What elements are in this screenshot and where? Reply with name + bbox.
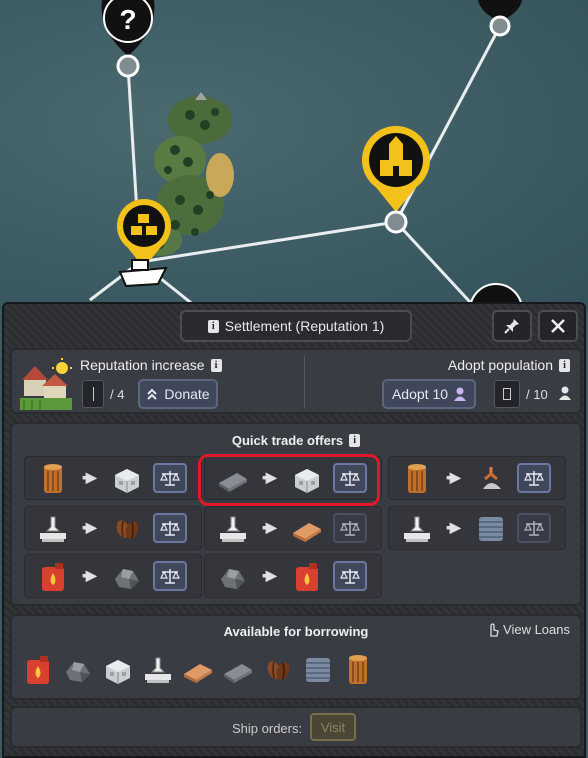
trade-title: Quick trade offers i [12,433,580,448]
wood-log-icon [401,463,433,495]
arrow-right-icon: ▪▪▶ [262,519,277,535]
world-map[interactable]: ? [0,0,588,310]
population-current-box [494,380,520,408]
view-loans-label: View Loans [503,622,570,637]
food-ration-icon [37,513,69,545]
concrete-block-icon[interactable] [102,654,136,688]
person-icon [454,387,467,401]
balance-scale-icon [160,521,180,536]
rock-ore-icon [111,561,143,593]
ship-icon[interactable] [118,259,168,288]
steel-coil-icon [475,513,507,545]
trade-title-text: Quick trade offers [231,433,344,448]
balance-scale-icon [160,569,180,584]
arrow-right-icon: ▪▪▶ [82,469,97,485]
rock-ore-icon [217,561,249,593]
reputation-current-box [82,380,104,408]
arrow-right-icon: ▪▪▶ [82,567,97,583]
population-label: Adopt population i [448,357,570,373]
donate-label: Donate [164,386,210,402]
fuel-canister-icon [37,561,69,593]
close-button[interactable] [538,310,578,342]
population-info-icon[interactable]: i [559,358,570,372]
close-icon [551,319,565,333]
highlighted-offer-outline [198,454,380,506]
population-person-icon [559,386,571,400]
borrowing-section: Available for borrowing View Loans [10,614,582,700]
population-label-text: Adopt population [447,357,553,373]
balance-scale-icon [340,569,360,584]
arrow-right-icon: ▪▪▶ [82,519,97,535]
donate-button[interactable]: Donate [138,379,218,409]
view-loans-link[interactable]: View Loans [486,622,570,637]
coffee-beans-icon [111,513,143,545]
reputation-current-bar [92,387,94,401]
reputation-info-icon[interactable]: i [210,358,222,372]
trade-offer: ▪▪▶ [388,456,566,500]
reputation-label: Reputation increase i [80,357,222,373]
food-ration-icon[interactable] [142,654,176,688]
balance-scale-icon [340,521,360,536]
rock-ore-icon[interactable] [62,654,96,688]
ship-orders-label: Ship orders: [232,721,303,736]
coffee-beans-icon[interactable] [262,654,296,688]
castle-marker[interactable] [362,126,430,234]
trade-button[interactable] [517,463,551,493]
balance-scale-icon [524,471,544,486]
balance-scale-icon [160,471,180,486]
arrow-right-icon: ▪▪▶ [262,567,277,583]
section-divider [304,356,305,408]
visit-button[interactable]: Visit [310,713,356,741]
steel-coil-icon[interactable] [302,654,336,688]
adopt-button[interactable]: Adopt 10 [382,379,476,409]
population-total: / 10 [526,387,548,402]
trade-button[interactable] [517,513,551,543]
reputation-section: Reputation increase i / 4 Donate Adopt p… [10,348,582,414]
hand-cursor-icon [490,622,499,637]
trade-button[interactable] [333,513,367,543]
unknown-marker-label: ? [119,4,136,35]
adopt-label: Adopt 10 [391,386,449,402]
chevron-up-double-icon [147,388,158,400]
borrowing-items [22,654,376,688]
balance-scale-icon [524,521,544,536]
village-icon [20,358,72,410]
wood-log-icon [37,463,69,495]
population-current-indicator [503,388,511,400]
trade-info-icon[interactable]: i [349,434,361,447]
window-title: i Settlement (Reputation 1) [180,310,412,342]
wood-plank-icon[interactable] [182,654,216,688]
pin-icon [504,319,519,334]
concrete-block-icon [111,463,143,495]
trade-offer: ▪▪▶ [24,554,202,598]
top-right-marker[interactable] [478,0,522,37]
trade-button[interactable] [153,513,187,543]
iron-plate-icon[interactable] [222,654,256,688]
trade-offer: ▪▪▶ [24,456,202,500]
crane-claw-ore-icon [475,463,507,495]
wood-log-icon[interactable] [342,654,376,688]
map-routes: ? [89,0,523,310]
trade-offer: ▪▪▶ [204,506,382,550]
pin-button[interactable] [492,310,532,342]
ship-orders-section: Ship orders: Visit [10,706,582,748]
fuel-canister-icon [291,561,323,593]
window-title-text: Settlement (Reputation 1) [224,318,385,334]
wood-plank-icon [291,513,323,545]
arrow-right-icon: ▪▪▶ [446,469,461,485]
fuel-canister-icon[interactable] [22,654,56,688]
settlement-panel: i Settlement (Reputation 1) Reputation i… [2,302,586,758]
trade-offer: ▪▪▶ [24,506,202,550]
trade-button[interactable] [153,561,187,591]
trade-offer: ▪▪▶ [388,506,566,550]
arrow-right-icon: ▪▪▶ [446,519,461,535]
trade-button[interactable] [153,463,187,493]
trade-offer: ▪▪▶ [204,554,382,598]
info-icon[interactable]: i [207,319,219,333]
trade-button[interactable] [333,561,367,591]
reputation-label-text: Reputation increase [80,357,205,373]
reputation-total: / 4 [110,387,125,402]
food-ration-icon [217,513,249,545]
food-ration-icon [401,513,433,545]
